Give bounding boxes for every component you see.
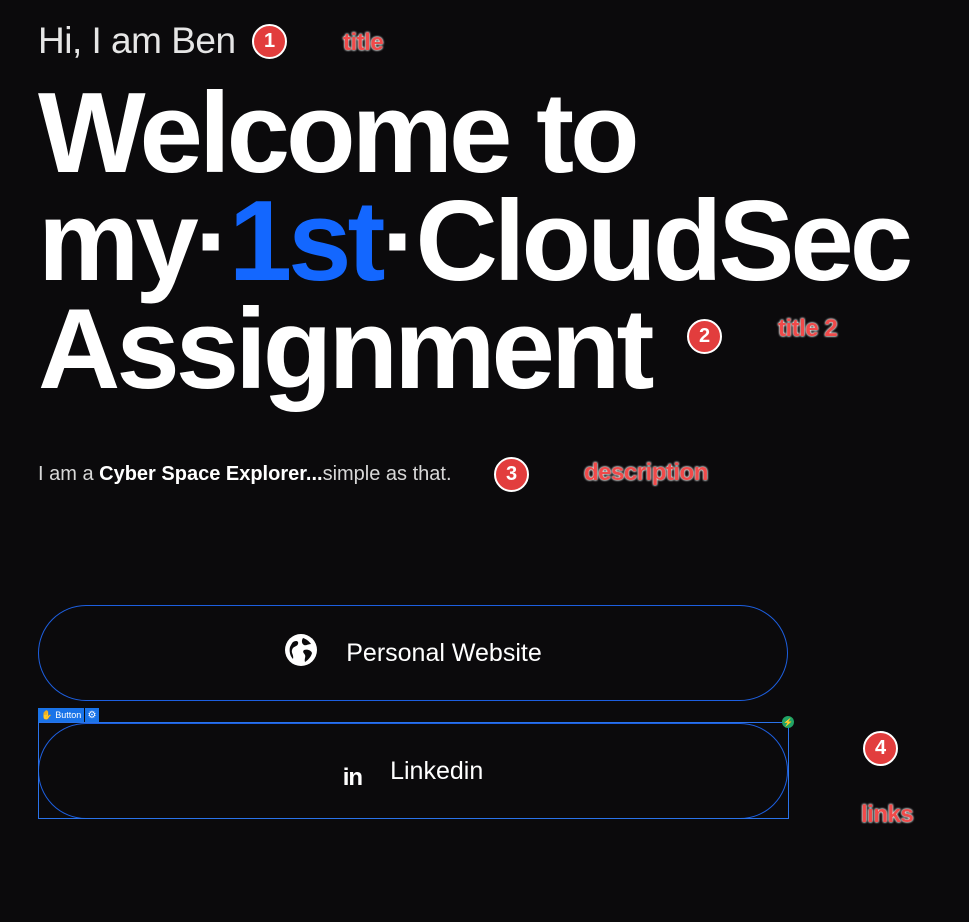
globe-icon bbox=[284, 633, 318, 674]
gear-icon[interactable]: ⚙ bbox=[85, 708, 99, 722]
page-headline: Welcome to my·1st·CloudSec Assignment bbox=[38, 70, 913, 413]
annotation-note-title: title bbox=[343, 29, 384, 56]
headline-line-2: my·1st·CloudSec bbox=[38, 185, 913, 299]
selection-tab[interactable]: ✋ Button bbox=[38, 708, 85, 722]
hand-icon: ✋ bbox=[41, 709, 53, 720]
annotation-note-title-2: title 2 bbox=[778, 315, 838, 342]
personal-website-label: Personal Website bbox=[346, 638, 542, 667]
headline-line-1: Welcome to bbox=[38, 70, 640, 197]
selection-outline bbox=[38, 722, 789, 819]
description: I am a Cyber Space Explorer...simple as … bbox=[38, 463, 452, 486]
annotation-marker-2: 2 bbox=[687, 319, 722, 354]
annotation-marker-4: 4 bbox=[863, 731, 898, 766]
annotation-note-description: description bbox=[584, 459, 708, 486]
annotation-marker-3: 3 bbox=[494, 457, 529, 492]
annotation-marker-1: 1 bbox=[252, 24, 287, 59]
personal-website-button[interactable]: Personal Website bbox=[38, 605, 788, 701]
annotation-note-links: links bbox=[861, 801, 914, 828]
greeting-title: Hi, I am Ben bbox=[38, 20, 236, 61]
bolt-icon[interactable]: ⚡ bbox=[782, 716, 794, 728]
selection-label: Button bbox=[55, 710, 82, 720]
description-tail: simple as that. bbox=[322, 463, 452, 485]
description-bold: Cyber Space Explorer... bbox=[99, 463, 323, 485]
description-lead: I am a bbox=[38, 463, 100, 485]
headline-line-3: Assignment bbox=[38, 286, 654, 413]
